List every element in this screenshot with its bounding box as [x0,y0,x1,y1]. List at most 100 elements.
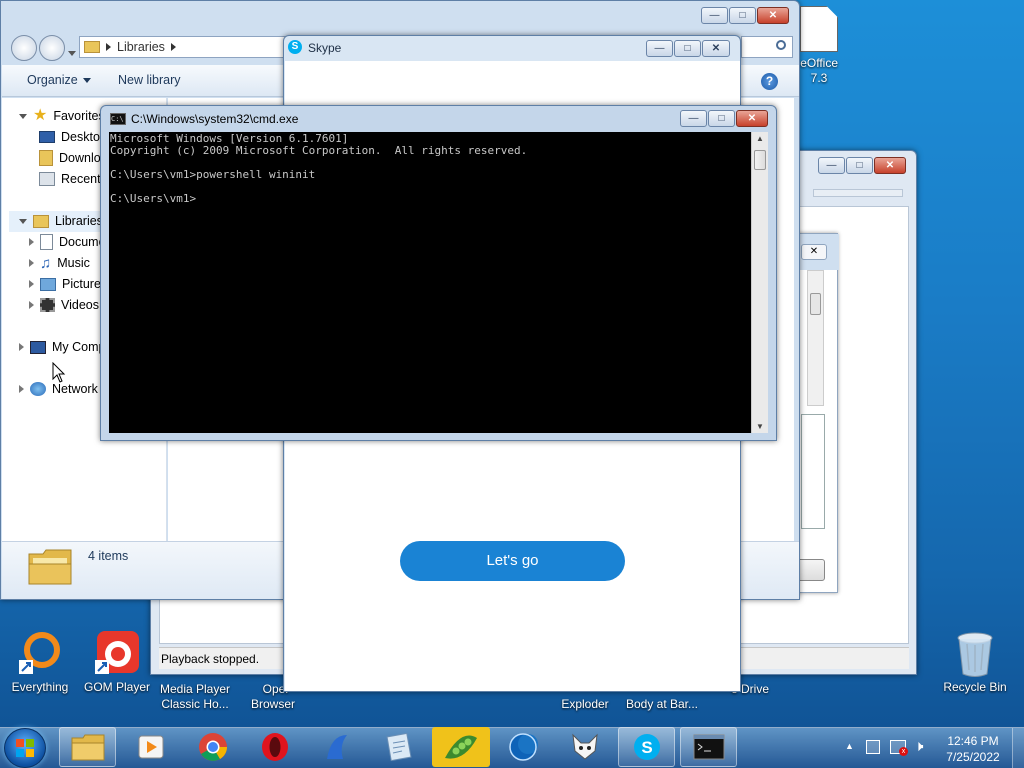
windows-logo-icon [16,739,34,757]
player-maximize-button[interactable]: □ [846,157,873,174]
explorer-maximize-button[interactable]: □ [729,7,756,24]
desktop-icon-recycle-bin[interactable]: Recycle Bin [935,630,1015,695]
taskbar-app-shark[interactable] [308,727,365,767]
cmd-minimize-button[interactable]: — [680,110,707,127]
scroll-down-icon[interactable]: ▼ [756,422,764,431]
dialog-scrollbar[interactable] [807,270,824,406]
taskbar-fox-app[interactable] [556,727,613,767]
console-area[interactable]: Microsoft Windows [Version 6.1.7601] Cop… [109,132,751,433]
command-prompt-icon [693,734,724,760]
console-scrollbar[interactable]: ▲ ▼ [751,132,768,433]
scroll-up-icon[interactable]: ▲ [756,134,764,143]
history-dropdown-icon[interactable] [68,45,76,59]
action-center-icon[interactable] [866,740,880,754]
new-library-button[interactable]: New library [118,73,181,87]
nav-documents-label: Docume [59,235,106,249]
clock[interactable]: 12:46 PM 7/25/2022 [938,733,1008,765]
documents-icon [40,234,53,250]
shark-fin-icon [326,735,347,759]
nav-desktop[interactable]: Desktop [39,127,107,147]
star-icon: ★ [33,107,48,124]
desktop-icon-gom-player[interactable]: GOM Player [77,630,157,695]
taskbar-cmd[interactable] [680,727,737,767]
volume-icon[interactable]: 🕨 [914,738,923,755]
desktop-icon-mpc[interactable]: Media Player Classic Ho... [155,682,235,712]
forward-button[interactable] [39,35,65,61]
libraries-large-icon [27,546,73,586]
libreoffice-version: 7.3 [810,71,828,85]
address-bar[interactable]: Libraries [79,36,289,58]
taskbar-chrome[interactable] [184,727,241,767]
mouse-cursor-icon [52,362,66,383]
player-close-button[interactable]: ✕ [874,157,906,174]
desktop-icon-exploder[interactable]: Exploder [545,697,625,712]
nav-my-computer[interactable]: My Comp [19,337,105,357]
search-box[interactable] [741,36,793,58]
nav-favorites[interactable]: ★ Favorites [19,106,105,126]
fox-mask-icon [571,733,598,760]
taskbar-moon-app[interactable] [494,727,551,767]
organize-button[interactable]: Organize [27,73,91,87]
clock-time: 12:46 PM [947,734,999,748]
recent-places-icon [39,172,55,186]
libraries-folder-icon [84,41,100,53]
console-line-4: C:\Users\vm1>powershell wininit [110,168,316,181]
explorer-close-button[interactable]: ✕ [757,7,789,24]
cmd-small-icon: C:\ [110,113,126,125]
taskbar-notepad[interactable] [370,727,427,767]
everything-label: Everything [11,680,69,694]
network-tray-icon[interactable]: x [890,740,908,756]
skype-maximize-button[interactable]: □ [674,40,701,57]
explorer-minimize-button[interactable]: — [701,7,728,24]
nav-pictures[interactable]: Pictures [29,274,107,294]
cmd-window[interactable]: C:\ C:\Windows\system32\cmd.exe — □ ✕ Mi… [100,105,777,441]
new-library-label: New library [118,73,181,87]
nav-recent[interactable]: Recent [39,169,101,189]
desktop-icon-body-at-bar[interactable]: Body at Bar... [622,697,702,712]
player-minimize-button[interactable]: — [818,157,845,174]
skype-title: Skype [308,41,342,55]
network-error-icon: x [899,747,908,756]
skype-small-icon: S [288,40,302,54]
taskbar-skype[interactable]: S [618,727,675,767]
show-desktop-button[interactable] [1012,728,1024,768]
scroll-thumb[interactable] [754,150,766,170]
recycle-bin-icon [952,630,998,677]
downloads-icon [39,150,53,166]
desktop-icon [39,131,55,143]
taskbar-opera[interactable] [246,727,303,767]
start-button[interactable] [4,728,46,768]
cmd-close-button[interactable]: ✕ [736,110,768,127]
console-line-2: Copyright (c) 2009 Microsoft Corporation… [110,144,528,157]
breadcrumb-libraries[interactable]: Libraries [117,40,165,54]
media-player-icon [138,735,163,759]
mpc-label-2: Classic Ho... [161,697,229,711]
back-button[interactable] [11,35,37,61]
taskbar-explorer[interactable] [59,727,116,767]
lets-go-button[interactable]: Let's go [400,541,625,581]
skype-minimize-button[interactable]: — [646,40,673,57]
gom-player-label: GOM Player [83,680,150,694]
skype-close-button[interactable]: ✕ [702,40,730,57]
dialog-close-button[interactable]: ✕ [801,244,827,260]
nav-music[interactable]: ♫ Music [29,253,90,273]
playback-status: Playback stopped. [161,652,260,666]
skype-icon: S [633,734,660,760]
cmd-maximize-button[interactable]: □ [708,110,735,127]
desktop-icon-everything[interactable]: Everything [0,630,80,695]
cmd-title: C:\Windows\system32\cmd.exe [131,112,299,126]
nav-recent-label: Recent [61,172,101,186]
taskbar-peas-app[interactable] [432,727,490,767]
taskbar-media-player[interactable] [122,727,179,767]
opera-icon [261,733,288,761]
help-icon[interactable]: ? [761,73,778,90]
show-hidden-icons-button[interactable]: ▲ [845,741,854,751]
libreoffice-icon [800,6,838,52]
nav-favorites-label: Favorites [53,109,105,123]
pictures-icon [40,277,56,291]
player-seekbar[interactable] [813,189,903,197]
nav-videos[interactable]: Videos [29,295,99,315]
nav-downloads[interactable]: Downlo [39,148,101,168]
nav-libraries[interactable]: Libraries [19,211,103,231]
nav-documents[interactable]: Docume [29,232,106,252]
